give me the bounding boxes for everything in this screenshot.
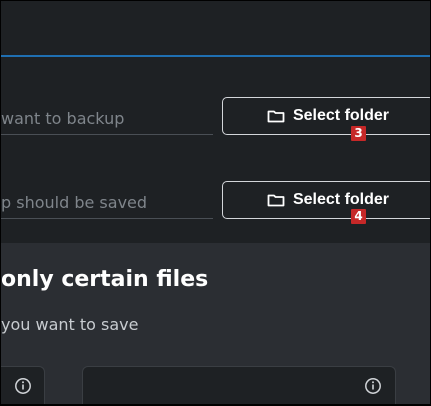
select-destination-folder-label: Select folder <box>292 191 390 208</box>
info-icon[interactable] <box>14 377 32 395</box>
backup-destination-placeholder: p should be saved <box>1 193 148 212</box>
step-badge-4: 4 <box>351 209 366 224</box>
select-source-folder-button[interactable]: Select folder <box>222 97 430 135</box>
select-destination-folder-button[interactable]: Select folder <box>222 181 430 219</box>
filter-section-subtitle: you want to save <box>1 315 139 334</box>
backup-settings-section: want to backup Select folder 3 p should … <box>1 57 430 243</box>
step-badge-3: 3 <box>351 126 366 141</box>
backup-source-input[interactable]: want to backup <box>1 95 213 135</box>
backup-source-placeholder: want to backup <box>1 109 125 128</box>
app-frame: want to backup Select folder 3 p should … <box>1 1 430 404</box>
filter-card-right[interactable] <box>82 366 396 404</box>
filter-card-left[interactable] <box>1 366 45 404</box>
folder-icon <box>267 194 285 207</box>
folder-icon <box>267 110 285 123</box>
backup-destination-input[interactable]: p should be saved <box>1 179 213 219</box>
select-source-folder-label: Select folder <box>292 107 390 124</box>
info-icon[interactable] <box>364 377 382 395</box>
top-header <box>1 1 430 57</box>
file-filter-section: only certain files you want to save <box>1 243 430 404</box>
filter-section-title: only certain files <box>1 267 209 292</box>
